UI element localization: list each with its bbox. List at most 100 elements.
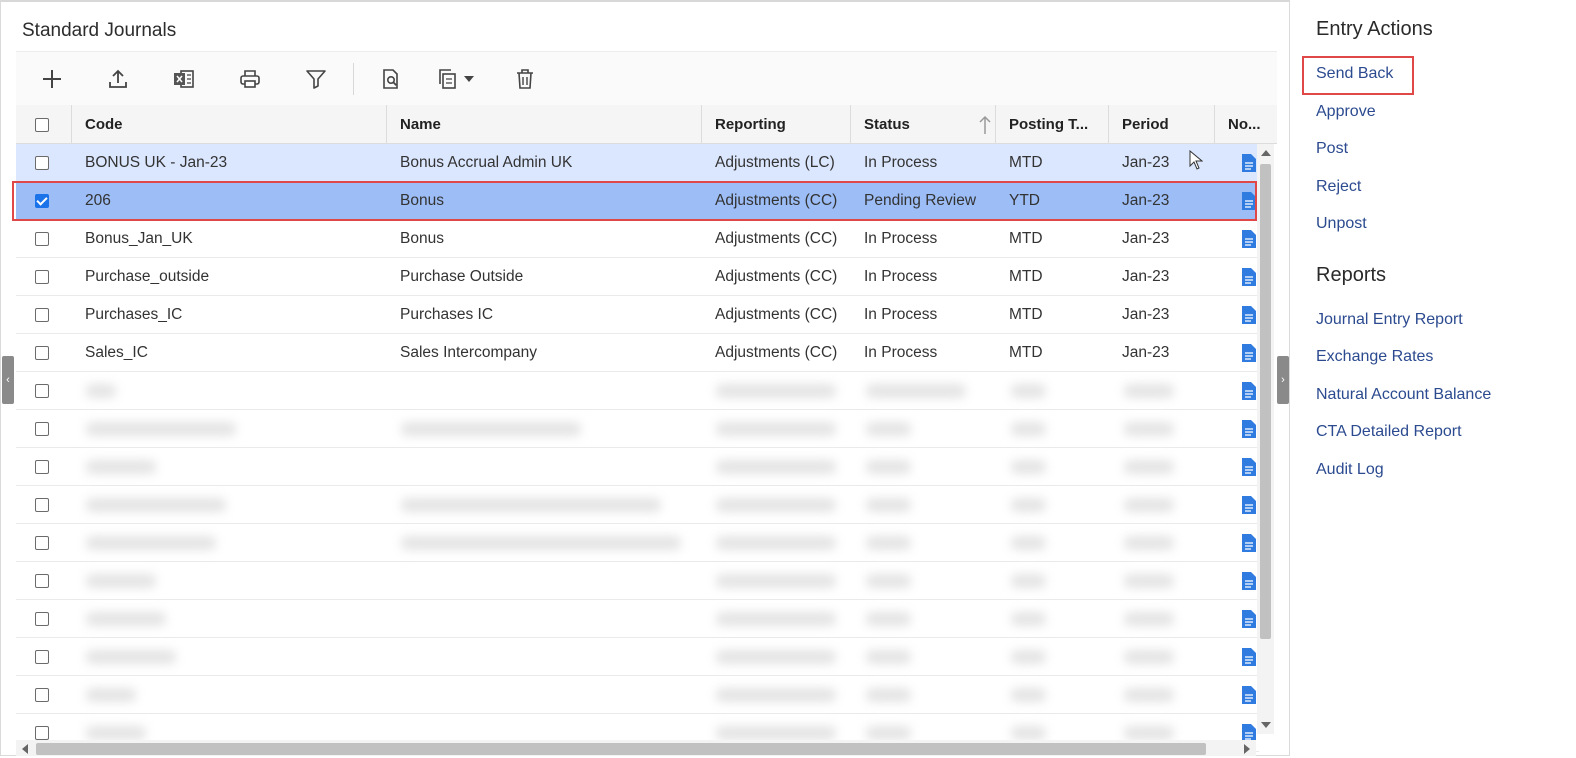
- row-checkbox[interactable]: [35, 498, 49, 512]
- upload-button[interactable]: [103, 65, 133, 93]
- redacted-status: [866, 612, 911, 626]
- column-header-notes[interactable]: No...: [1215, 105, 1277, 144]
- redacted-period: [1124, 498, 1174, 512]
- document-icon[interactable]: [1242, 420, 1256, 438]
- document-icon[interactable]: [1242, 230, 1256, 248]
- vertical-scrollbar[interactable]: [1257, 144, 1274, 734]
- vertical-scroll-thumb[interactable]: [1260, 164, 1271, 639]
- document-icon[interactable]: [1242, 192, 1256, 210]
- excel-icon: [174, 70, 194, 88]
- row-checkbox[interactable]: [35, 536, 49, 550]
- redacted-period: [1124, 688, 1174, 702]
- row-checkbox[interactable]: [35, 194, 49, 208]
- document-icon[interactable]: [1242, 572, 1256, 590]
- left-collapse-handle[interactable]: ‹: [2, 356, 14, 404]
- table-row[interactable]: [16, 372, 1259, 410]
- horizontal-scroll-thumb[interactable]: [36, 743, 1206, 755]
- column-header-name[interactable]: Name: [387, 105, 702, 144]
- audit-log-link[interactable]: Audit Log: [1316, 461, 1384, 479]
- table-row[interactable]: [16, 410, 1259, 448]
- document-icon[interactable]: [1242, 496, 1256, 514]
- cell-name: Bonus Accrual Admin UK: [400, 154, 573, 171]
- add-button[interactable]: [37, 65, 67, 93]
- row-checkbox[interactable]: [35, 308, 49, 322]
- column-header-period[interactable]: Period: [1109, 105, 1215, 144]
- row-checkbox[interactable]: [35, 232, 49, 246]
- cta-detailed-report-link[interactable]: CTA Detailed Report: [1316, 423, 1462, 441]
- redacted-reporting: [716, 498, 836, 512]
- redacted-reporting: [716, 574, 836, 588]
- preview-button[interactable]: [376, 65, 406, 93]
- table-row[interactable]: [16, 524, 1259, 562]
- column-header-status[interactable]: Status: [851, 105, 996, 144]
- row-checkbox[interactable]: [35, 422, 49, 436]
- horizontal-scrollbar[interactable]: [16, 740, 1256, 756]
- row-checkbox[interactable]: [35, 156, 49, 170]
- export-excel-button[interactable]: [169, 65, 199, 93]
- copy-dropdown-button[interactable]: [434, 65, 484, 93]
- redacted-status: [866, 460, 911, 474]
- redacted-period: [1124, 726, 1174, 740]
- scroll-left-icon[interactable]: [22, 744, 28, 754]
- cell-reporting: Adjustments (LC): [715, 154, 835, 171]
- table-row[interactable]: Bonus_Jan_UK Bonus Adjustments (CC) In P…: [16, 220, 1259, 258]
- table-row[interactable]: [16, 600, 1259, 638]
- exchange-rates-link[interactable]: Exchange Rates: [1316, 348, 1433, 366]
- unpost-link[interactable]: Unpost: [1316, 215, 1367, 233]
- send-back-link[interactable]: Send Back: [1316, 65, 1393, 83]
- document-icon[interactable]: [1242, 534, 1256, 552]
- row-checkbox[interactable]: [35, 460, 49, 474]
- document-icon[interactable]: [1242, 344, 1256, 362]
- cell-status: Pending Review: [864, 192, 977, 209]
- upload-icon: [109, 69, 127, 88]
- row-checkbox[interactable]: [35, 650, 49, 664]
- scroll-up-icon[interactable]: [1261, 150, 1271, 156]
- cell-reporting: Adjustments (CC): [715, 268, 838, 285]
- table-row[interactable]: Sales_IC Sales Intercompany Adjustments …: [16, 334, 1259, 372]
- table-row[interactable]: [16, 486, 1259, 524]
- row-checkbox[interactable]: [35, 384, 49, 398]
- table-row[interactable]: BONUS UK - Jan-23 Bonus Accrual Admin UK…: [16, 144, 1259, 182]
- document-icon[interactable]: [1242, 610, 1256, 628]
- journal-entry-report-link[interactable]: Journal Entry Report: [1316, 311, 1463, 329]
- reject-link[interactable]: Reject: [1316, 178, 1361, 196]
- scroll-right-icon[interactable]: [1244, 744, 1250, 754]
- scroll-down-icon[interactable]: [1261, 722, 1271, 728]
- right-collapse-handle[interactable]: ›: [1277, 356, 1289, 404]
- table-row[interactable]: Purchase_outside Purchase Outside Adjust…: [16, 258, 1259, 296]
- post-link[interactable]: Post: [1316, 140, 1348, 158]
- cell-posting-type: MTD: [1009, 154, 1043, 171]
- document-icon[interactable]: [1242, 382, 1256, 400]
- natural-account-balance-link[interactable]: Natural Account Balance: [1316, 386, 1491, 404]
- select-all-checkbox[interactable]: [35, 118, 49, 132]
- redacted-status: [866, 726, 911, 740]
- delete-button[interactable]: [510, 65, 540, 93]
- filter-button[interactable]: [301, 65, 331, 93]
- document-icon[interactable]: [1242, 154, 1256, 172]
- row-checkbox[interactable]: [35, 346, 49, 360]
- table-row[interactable]: [16, 676, 1259, 714]
- row-checkbox[interactable]: [35, 726, 49, 740]
- document-icon[interactable]: [1242, 268, 1256, 286]
- table-row[interactable]: Purchases_IC Purchases IC Adjustments (C…: [16, 296, 1259, 334]
- table-row[interactable]: [16, 448, 1259, 486]
- row-checkbox[interactable]: [35, 270, 49, 284]
- row-checkbox[interactable]: [35, 574, 49, 588]
- table-row[interactable]: 206 Bonus Adjustments (CC) Pending Revie…: [16, 182, 1259, 220]
- row-checkbox[interactable]: [35, 688, 49, 702]
- sort-ascending-icon: [979, 115, 991, 134]
- redacted-reporting: [716, 726, 836, 740]
- print-button[interactable]: [235, 65, 265, 93]
- redacted-reporting: [716, 650, 836, 664]
- column-header-code[interactable]: Code: [72, 105, 387, 144]
- document-icon[interactable]: [1242, 686, 1256, 704]
- table-row[interactable]: [16, 638, 1259, 676]
- row-checkbox[interactable]: [35, 612, 49, 626]
- document-icon[interactable]: [1242, 458, 1256, 476]
- column-header-posting-type[interactable]: Posting T...: [996, 105, 1109, 144]
- document-icon[interactable]: [1242, 648, 1256, 666]
- document-icon[interactable]: [1242, 306, 1256, 324]
- approve-link[interactable]: Approve: [1316, 103, 1376, 121]
- table-row[interactable]: [16, 562, 1259, 600]
- column-header-reporting[interactable]: Reporting: [702, 105, 851, 144]
